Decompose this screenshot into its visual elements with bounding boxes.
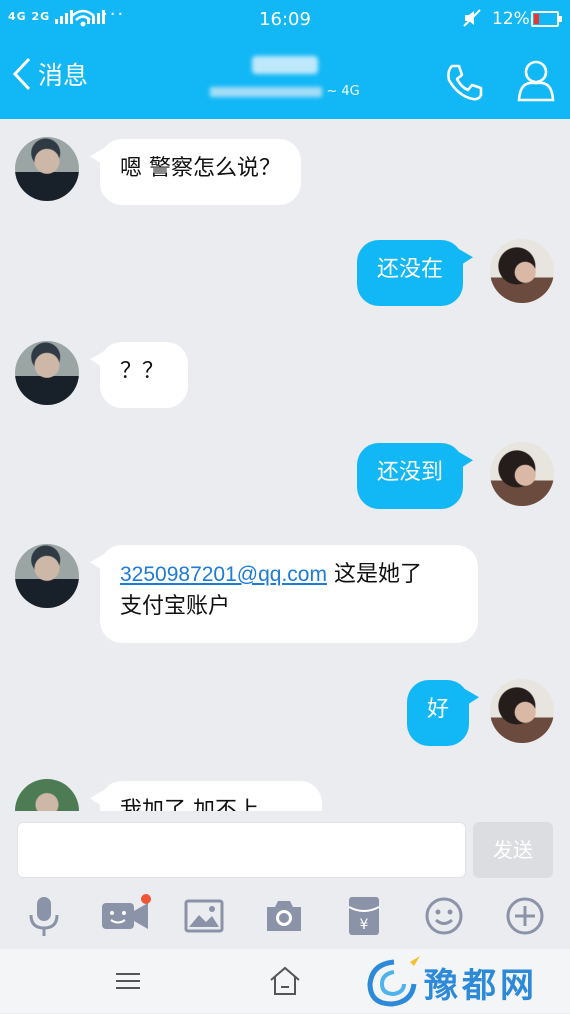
profile-icon[interactable]: [516, 58, 556, 102]
contact-avatar[interactable]: [15, 137, 79, 201]
contact-status-blurred: [210, 86, 323, 97]
my-avatar[interactable]: [490, 679, 554, 743]
status-bar: 4G 2G ··· 16:09 12%: [0, 0, 570, 38]
message-text: 这是她了: [326, 562, 422, 587]
chat-header: 消息 ~ 4G: [0, 38, 570, 119]
red-packet-icon[interactable]: ¥: [346, 893, 382, 939]
contact-title: ~ 4G: [200, 56, 370, 99]
message-bubble-incoming[interactable]: 嗯 警察怎么说？: [100, 139, 301, 205]
plus-icon[interactable]: [505, 893, 545, 939]
contact-avatar[interactable]: [15, 779, 79, 811]
message-bubble-outgoing[interactable]: 还没到: [357, 443, 464, 509]
contact-name-blurred: [252, 56, 318, 74]
watermark: 豫都网: [364, 954, 570, 1010]
menu-icon[interactable]: [114, 969, 142, 993]
message-bubble-incoming[interactable]: 我加了 加不上: [100, 781, 322, 811]
home-icon[interactable]: [268, 965, 302, 997]
clock: 16:09: [259, 9, 311, 30]
message-text: 还没在: [377, 257, 444, 282]
battery-percent: 12%: [492, 9, 530, 29]
image-icon[interactable]: [184, 893, 224, 939]
message-text: 我加了 加不上: [120, 798, 259, 811]
message-bubble-incoming[interactable]: ？？: [100, 342, 188, 408]
send-button[interactable]: 发送: [473, 822, 553, 878]
message-text-line2: 支付宝账户: [120, 594, 231, 619]
camera-icon[interactable]: [264, 893, 304, 939]
watermark-text: 豫都网: [424, 966, 538, 1006]
mic-icon[interactable]: [21, 893, 67, 939]
qq-email-link[interactable]: 3250987201@qq.com: [120, 563, 327, 586]
message-input[interactable]: [17, 822, 466, 878]
back-button[interactable]: 消息: [12, 56, 88, 92]
contact-avatar[interactable]: [15, 544, 79, 608]
back-chevron-icon: [12, 57, 31, 91]
svg-text:¥: ¥: [360, 917, 369, 933]
message-bubble-outgoing[interactable]: 还没在: [357, 240, 464, 306]
network-label: ~ 4G: [326, 84, 360, 99]
my-avatar[interactable]: [490, 239, 554, 303]
mute-icon: [463, 9, 481, 27]
message-text: 好: [427, 697, 450, 722]
phone-call-icon[interactable]: [444, 62, 484, 102]
emoji-icon[interactable]: [424, 893, 464, 939]
message-text: ？？: [120, 359, 165, 384]
watermark-logo-icon: [367, 956, 420, 1007]
back-label: 消息: [38, 61, 89, 90]
contact-avatar[interactable]: [15, 341, 79, 405]
message-bubble-outgoing[interactable]: 好: [407, 680, 470, 746]
message-bubble-incoming[interactable]: 3250987201@qq.com 这是她了 支付宝账户: [100, 545, 478, 643]
video-call-icon[interactable]: [100, 893, 152, 939]
message-text: 还没到: [377, 460, 444, 485]
message-list[interactable]: 嗯 警察怎么说？ 还没在 ？？ 还没到 3250987201@qq.com 这是…: [0, 119, 570, 811]
composer-bar: 发送: [0, 811, 570, 879]
battery-icon: [531, 11, 562, 27]
message-text: 嗯 警察怎么说？: [120, 156, 281, 181]
composer-toolbar: ¥: [0, 879, 570, 949]
my-avatar[interactable]: [490, 442, 554, 506]
